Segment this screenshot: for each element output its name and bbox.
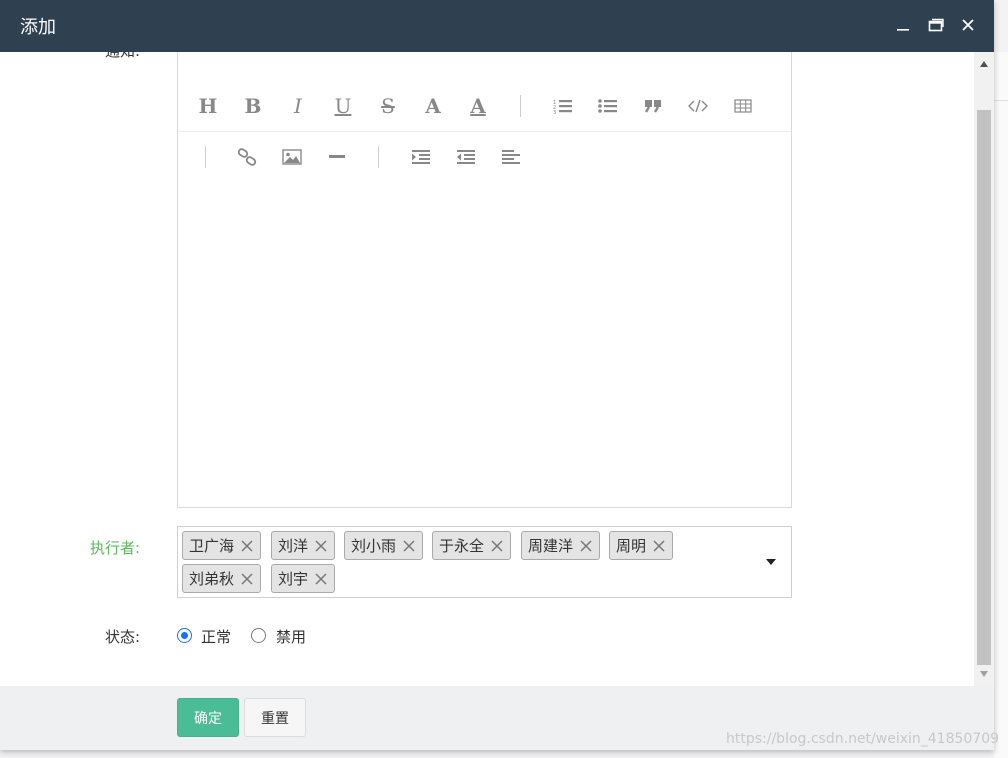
- executor-tag: 周建洋: [521, 531, 601, 560]
- underline-button[interactable]: U: [328, 91, 358, 121]
- remove-tag-icon[interactable]: [652, 539, 666, 553]
- status-normal-label[interactable]: 正常: [201, 626, 231, 647]
- toolbar-separator: [520, 95, 521, 117]
- svg-text:3: 3: [553, 110, 556, 114]
- minimize-icon[interactable]: [892, 14, 914, 36]
- background-panel: [994, 52, 1008, 758]
- remove-tag-icon[interactable]: [579, 539, 593, 553]
- table-icon[interactable]: [728, 91, 758, 121]
- vertical-scrollbar[interactable]: [974, 52, 994, 686]
- remove-tag-icon[interactable]: [314, 539, 328, 553]
- executor-tag: 刘弟秋: [182, 564, 262, 593]
- confirm-button[interactable]: 确定: [177, 698, 239, 737]
- strikethrough-button[interactable]: S: [373, 91, 403, 121]
- remove-tag-icon[interactable]: [240, 572, 254, 586]
- dialog-content: 通知: H B I U S A A 123: [0, 52, 974, 686]
- font-color-button[interactable]: A: [418, 91, 448, 121]
- dialog-title: 添加: [20, 17, 56, 38]
- executor-tag: 刘宇: [271, 564, 336, 593]
- editor-text-area[interactable]: [178, 132, 791, 507]
- scroll-thumb[interactable]: [977, 110, 991, 665]
- executor-tag: 卫广海: [182, 531, 262, 560]
- executor-multiselect[interactable]: 卫广海 刘洋 刘小雨 于永全 周建洋 周明 刘弟秋 刘宇: [177, 526, 792, 598]
- reset-button[interactable]: 重置: [244, 698, 306, 737]
- remove-tag-icon[interactable]: [490, 539, 504, 553]
- rich-text-editor: H B I U S A A 123: [177, 52, 792, 508]
- status-disabled-radio[interactable]: [251, 628, 266, 643]
- dialog-titlebar: 添加: [0, 0, 994, 52]
- status-disabled-label[interactable]: 禁用: [276, 626, 306, 647]
- scroll-down-icon[interactable]: [974, 664, 994, 684]
- scroll-up-icon[interactable]: [974, 54, 994, 74]
- unordered-list-icon[interactable]: [593, 91, 623, 121]
- status-normal-radio[interactable]: [177, 628, 192, 643]
- bold-button[interactable]: B: [238, 91, 268, 121]
- notice-label: 通知:: [0, 52, 140, 61]
- dropdown-caret-icon[interactable]: [766, 559, 776, 565]
- executor-tag: 刘洋: [271, 531, 336, 560]
- close-icon[interactable]: [957, 14, 979, 36]
- executor-label: 执行者:: [89, 539, 140, 557]
- status-label: 状态:: [104, 628, 140, 646]
- maximize-icon[interactable]: [925, 14, 947, 36]
- italic-button[interactable]: I: [283, 91, 313, 121]
- remove-tag-icon[interactable]: [402, 539, 416, 553]
- executor-tag: 于永全: [432, 531, 512, 560]
- quote-icon[interactable]: [638, 91, 668, 121]
- remove-tag-icon[interactable]: [314, 572, 328, 586]
- add-dialog: 添加 通知: H B I U S A A 123: [0, 0, 994, 750]
- watermark: https://blog.csdn.net/weixin_41850709: [726, 731, 1000, 747]
- remove-tag-icon[interactable]: [240, 539, 254, 553]
- code-icon[interactable]: [683, 91, 713, 121]
- executor-tag: 刘小雨: [344, 531, 424, 560]
- background-color-button[interactable]: A: [463, 91, 493, 121]
- heading-button[interactable]: H: [193, 91, 223, 121]
- executor-tag: 周明: [609, 531, 674, 560]
- ordered-list-icon[interactable]: 123: [548, 91, 578, 121]
